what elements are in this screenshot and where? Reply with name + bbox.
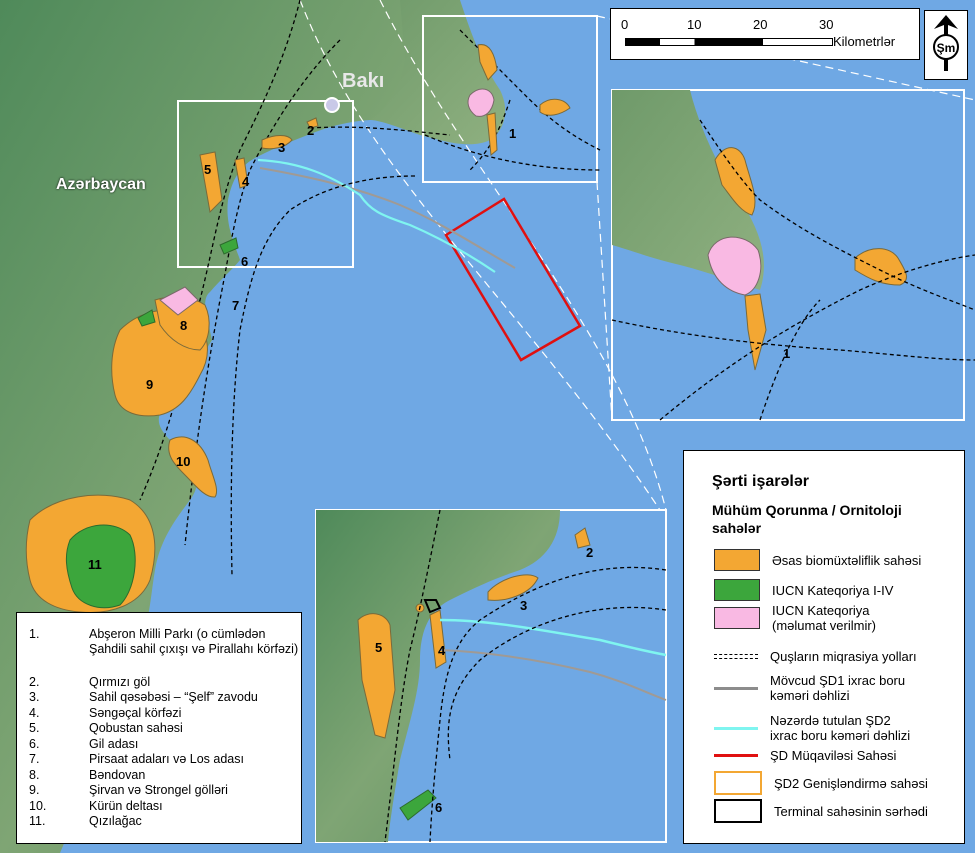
inset-label-4: 4 xyxy=(438,643,446,658)
site-row: 1. Abşeron Milli Parkı (o cümlədən Şahdi… xyxy=(29,627,299,657)
legend-label: Mövcud ŞD1 ixrac boru kəməri dəhlizi xyxy=(770,673,906,703)
legend-item-migration: Quşların miqrasiya yolları xyxy=(714,649,917,664)
north-symbol: Şm xyxy=(937,41,956,55)
legend-swatch xyxy=(714,726,758,730)
label-4: 4 xyxy=(242,174,250,189)
site-name: Kürün deltası xyxy=(89,799,163,813)
site-row: 2. Qırmızı göl xyxy=(29,675,299,690)
legend-label: ŞD Müqaviləsi Sahəsi xyxy=(770,748,897,763)
site-number: 8. xyxy=(29,768,40,782)
site-row: 8. Bəndovan xyxy=(29,768,299,783)
site-name: Abşeron Milli Parkı (o cümlədən Şahdili … xyxy=(89,627,299,656)
legend-item-sd2: Nəzərdə tutulan ŞD2 ixrac boru kəməri də… xyxy=(714,713,914,743)
site-number: 3. xyxy=(29,690,40,704)
legend-swatch xyxy=(714,549,760,571)
site-name: Şirvan və Strongel gölləri xyxy=(89,783,228,797)
label-1: 1 xyxy=(509,126,516,141)
label-11: 11 xyxy=(88,557,102,572)
legend-item-iucn-unknown: IUCN Kateqoriya (məlumat verilmir) xyxy=(714,603,914,633)
site-name: Pirsaat adaları və Los adası xyxy=(89,752,244,766)
site-number: 1. xyxy=(29,627,40,641)
site-name: Sahil qəsəbəsi – “Şelf” zavodu xyxy=(89,690,258,704)
site-row: 5. Qobustan sahəsi xyxy=(29,721,299,736)
scale-tick-20: 20 xyxy=(753,17,768,32)
scale-tick-10: 10 xyxy=(687,17,702,32)
legend-item-sd1: Mövcud ŞD1 ixrac boru kəməri dəhlizi xyxy=(714,673,914,703)
legend-item-iucn: IUCN Kateqoriya I-IV xyxy=(714,579,893,601)
legend-item-expansion: ŞD2 Genişləndirmə sahəsi xyxy=(714,771,928,795)
site-name: Gil adası xyxy=(89,737,139,751)
legend-label: IUCN Kateqoriya I-IV xyxy=(772,582,894,598)
label-3: 3 xyxy=(278,140,285,155)
scale-bar xyxy=(625,38,833,46)
label-5: 5 xyxy=(204,162,211,177)
site-row: 9. Şirvan və Strongel gölləri xyxy=(29,783,299,798)
site-name: Qobustan sahəsi xyxy=(89,721,183,735)
legend-swatch xyxy=(714,771,762,795)
site-number: 7. xyxy=(29,752,40,766)
legend-swatch xyxy=(714,754,758,757)
label-7: 7 xyxy=(232,298,239,313)
label-9: 9 xyxy=(146,377,153,392)
inset-label-6: 6 xyxy=(435,800,442,815)
legend-swatch xyxy=(714,607,760,629)
legend-label: Terminal sahəsinin sərhədi xyxy=(774,803,928,819)
site-number: 4. xyxy=(29,706,40,720)
site-name: Qızılağac xyxy=(89,814,142,828)
legend-label: Quşların miqrasiya yolları xyxy=(770,649,917,664)
legend-item-terminal: Terminal sahəsinin sərhədi xyxy=(714,799,928,823)
legend-swatch xyxy=(714,799,762,823)
scale-unit: Kilometrlər xyxy=(833,34,896,49)
legend-item-contract: ŞD Müqaviləsi Sahəsi xyxy=(714,748,896,763)
label-6: 6 xyxy=(241,254,248,269)
north-arrow-icon: Şm xyxy=(933,15,959,71)
label-2: 2 xyxy=(307,123,314,138)
north-arrow-box: Şm xyxy=(924,10,968,80)
site-number: 5. xyxy=(29,721,40,735)
legend-label: Əsas biomüxtəliflik sahəsi xyxy=(772,552,922,568)
inset-label-2: 2 xyxy=(586,545,593,560)
legend-swatch xyxy=(714,654,758,659)
scale-tick-30: 30 xyxy=(819,17,834,32)
city-label-baku: Bakı xyxy=(342,70,385,92)
inset-label-5: 5 xyxy=(375,640,382,655)
label-8: 8 xyxy=(180,318,187,333)
label-10: 10 xyxy=(176,454,190,469)
site-list: 1. Abşeron Milli Parkı (o cümlədən Şahdi… xyxy=(16,612,302,844)
site-row: 7. Pirsaat adaları və Los adası xyxy=(29,752,299,767)
site-row: 6. Gil adası xyxy=(29,737,299,752)
legend-swatch xyxy=(714,579,760,601)
site-name: Səngəçal körfəzi xyxy=(89,706,182,720)
country-label: Azərbaycan xyxy=(56,176,146,193)
legend-label: IUCN Kateqoriya (məlumat verilmir) xyxy=(772,603,876,633)
legend-subtitle: Mühüm Qorunma / Ornitoloji sahələr xyxy=(712,502,902,536)
site-row: 3. Sahil qəsəbəsi – “Şelf” zavodu xyxy=(29,690,299,705)
legend-label: ŞD2 Genişləndirmə sahəsi xyxy=(774,775,928,791)
site-name: Qırmızı göl xyxy=(89,675,151,689)
legend-label: Nəzərdə tutulan ŞD2 ixrac boru kəməri də… xyxy=(770,713,911,743)
inset-label-1: 1 xyxy=(783,346,790,361)
site-number: 11. xyxy=(29,814,46,828)
scale-bar-box: 0 10 20 30 Kilometrlər xyxy=(610,8,920,60)
legend-panel: Şərti işarələr Mühüm Qorunma / Ornitoloj… xyxy=(683,450,965,844)
site-name: Bəndovan xyxy=(89,768,146,782)
legend-item-biodiversity: Əsas biomüxtəliflik sahəsi xyxy=(714,549,921,571)
baku-marker xyxy=(324,97,340,113)
scale-tick-0: 0 xyxy=(621,17,629,32)
site-row: 10. Kürün deltası xyxy=(29,799,299,814)
site-number: 10. xyxy=(29,799,47,813)
legend-title: Şərti işarələr xyxy=(712,473,809,490)
inset-label-3: 3 xyxy=(520,598,527,613)
site-row: 4. Səngəçal körfəzi xyxy=(29,706,299,721)
site-number: 6. xyxy=(29,737,40,751)
site-row: 11. Qızılağac xyxy=(29,814,299,829)
site-number: 9. xyxy=(29,783,40,797)
legend-swatch xyxy=(714,686,758,690)
site-number: 2. xyxy=(29,675,40,689)
